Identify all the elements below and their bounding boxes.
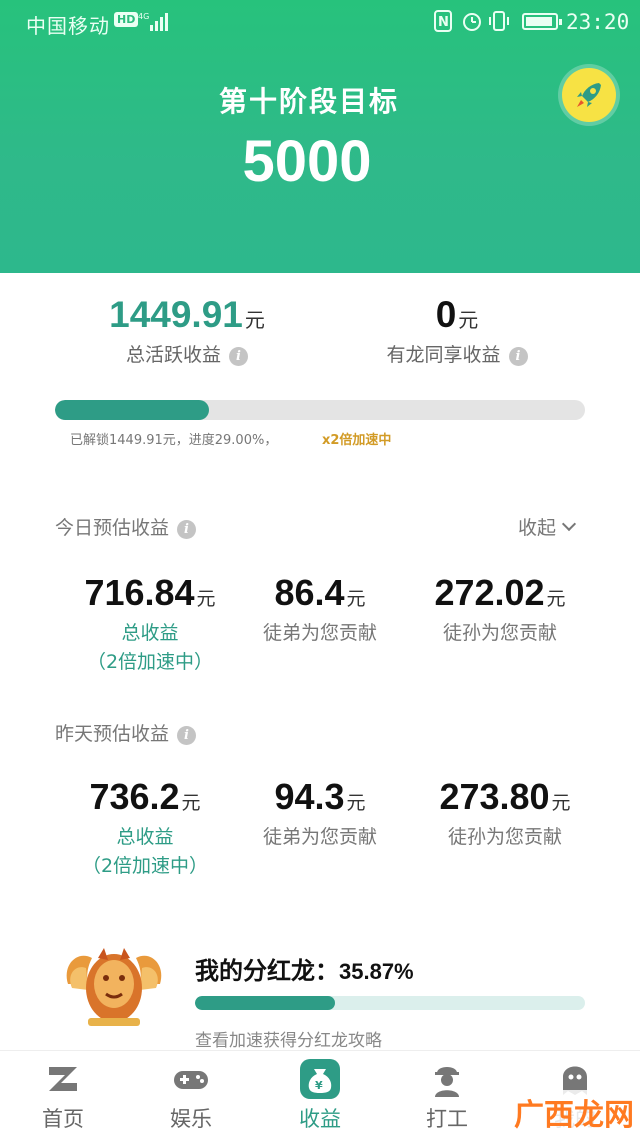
unlock-progress-bar bbox=[55, 400, 585, 420]
collapse-button[interactable]: 收起 bbox=[518, 513, 577, 540]
money-bag-icon: ¥ bbox=[300, 1059, 340, 1099]
nav-label-entertainment: 娱乐 bbox=[170, 1107, 212, 1131]
clock: 23:20 bbox=[566, 10, 630, 34]
yesterday-grand-apprentice-income: 273.80 元 徒孙为您贡献 bbox=[420, 776, 590, 849]
nav-item-work[interactable]: 打工 bbox=[402, 1059, 492, 1133]
today-apprentice-income: 86.4 元 徒弟为您贡献 bbox=[250, 572, 390, 645]
currency-unit: 元 bbox=[551, 792, 571, 814]
rocket-button[interactable] bbox=[562, 68, 616, 122]
worker-icon bbox=[435, 1067, 459, 1097]
today-apprentice-value: 86.4 bbox=[274, 572, 345, 613]
signal-icon: 4G bbox=[138, 12, 168, 31]
today-grand-label: 徒孙为您贡献 bbox=[442, 622, 557, 644]
dragon-percent: 35.87% bbox=[339, 959, 414, 984]
yesterday-total-income: 736.2 元 总收益 （2倍加速中） bbox=[70, 776, 220, 878]
nav-label-earnings: 收益 bbox=[299, 1107, 341, 1131]
today-total-label: 总收益 bbox=[121, 622, 179, 644]
yesterday-total-sub: （2倍加速中） bbox=[81, 855, 209, 877]
currency-unit: 元 bbox=[346, 792, 366, 814]
yesterday-apprentice-value: 94.3 bbox=[274, 776, 345, 817]
nav-item-earnings[interactable]: ¥ 收益 bbox=[275, 1059, 365, 1133]
dragon-progress-bar bbox=[195, 996, 585, 1010]
total-active-label: 总活跃收益 bbox=[125, 344, 221, 366]
unlock-progress-fill bbox=[55, 400, 209, 420]
yesterday-apprentice-income: 94.3 元 徒弟为您贡献 bbox=[250, 776, 390, 849]
yesterday-estimate-title: 昨天预估收益 i bbox=[55, 719, 197, 746]
currency-unit: 元 bbox=[196, 588, 216, 610]
total-active-income: 1449.91 元 总活跃收益 i bbox=[92, 294, 282, 367]
currency-unit: 元 bbox=[346, 588, 366, 610]
hd-badge: HD bbox=[114, 12, 139, 27]
status-bar: 中国移动 HD 4G N 23:20 bbox=[0, 0, 640, 44]
battery-icon bbox=[522, 13, 562, 30]
nav-label-home: 首页 bbox=[42, 1107, 84, 1131]
today-grand-value: 272.02 bbox=[434, 572, 545, 613]
total-active-value: 1449.91 bbox=[109, 294, 243, 335]
svg-text:N: N bbox=[438, 15, 449, 30]
currency-unit: 元 bbox=[244, 308, 265, 332]
carrier-name: 中国移动 bbox=[26, 14, 110, 38]
z-logo-icon bbox=[49, 1067, 77, 1091]
shared-income: 0元 有龙同享收益 i bbox=[372, 294, 542, 367]
system-icons: N bbox=[434, 10, 509, 32]
yesterday-grand-value: 273.80 bbox=[439, 776, 550, 817]
site-watermark: 广西龙网 bbox=[508, 1090, 640, 1134]
today-grand-apprentice-income: 272.02 元 徒孙为您贡献 bbox=[420, 572, 580, 645]
dragon-progress-fill bbox=[195, 996, 335, 1010]
info-icon[interactable]: i bbox=[177, 520, 197, 539]
nav-item-entertainment[interactable]: 娱乐 bbox=[146, 1059, 236, 1133]
today-apprentice-label: 徒弟为您贡献 bbox=[262, 622, 377, 644]
shared-income-value: 0 bbox=[435, 294, 457, 335]
dragon-guide-link[interactable]: 查看加速获得分红龙攻略 bbox=[195, 1026, 382, 1051]
rocket-icon bbox=[577, 83, 601, 107]
today-total-sub: （2倍加速中） bbox=[86, 651, 214, 673]
info-icon[interactable]: i bbox=[177, 726, 197, 745]
info-icon[interactable]: i bbox=[508, 347, 528, 366]
yesterday-total-label: 总收益 bbox=[116, 826, 174, 848]
shared-income-label: 有龙同享收益 bbox=[386, 344, 501, 366]
today-total-value: 716.84 bbox=[84, 572, 195, 613]
dragon-title-label: 我的分红龙： bbox=[195, 957, 339, 985]
yesterday-apprentice-label: 徒弟为您贡献 bbox=[262, 826, 377, 848]
today-total-income: 716.84 元 总收益 （2倍加速中） bbox=[70, 572, 230, 674]
header: 中国移动 HD 4G N 23:20 第十阶段目标 5000 bbox=[0, 0, 640, 273]
currency-unit: 元 bbox=[546, 588, 566, 610]
info-icon[interactable]: i bbox=[229, 347, 248, 366]
boost-status: x2倍加速中 bbox=[322, 433, 392, 448]
svg-text:¥: ¥ bbox=[315, 1079, 323, 1092]
currency-unit: 元 bbox=[181, 792, 201, 814]
chevron-down-icon bbox=[561, 516, 577, 532]
currency-unit: 元 bbox=[458, 308, 479, 332]
gamepad-icon bbox=[174, 1071, 208, 1089]
svg-text:4G: 4G bbox=[138, 12, 149, 21]
unlock-progress-text: 已解锁1449.91元，进度29.00%， bbox=[70, 433, 278, 448]
today-estimate-title: 今日预估收益 i bbox=[55, 513, 197, 540]
stage-target-value: 5000 bbox=[242, 129, 372, 194]
yesterday-total-value: 736.2 bbox=[89, 776, 180, 817]
nav-item-home[interactable]: 首页 bbox=[18, 1059, 108, 1133]
collapse-label: 收起 bbox=[518, 517, 557, 539]
dragon-dividend-title: 我的分红龙：35.87% bbox=[195, 951, 414, 986]
today-estimate-label: 今日预估收益 bbox=[55, 517, 170, 539]
stage-title: 第十阶段目标 bbox=[218, 85, 399, 118]
dragon-avatar[interactable] bbox=[58, 944, 170, 1028]
yesterday-estimate-label: 昨天预估收益 bbox=[55, 723, 170, 745]
yesterday-grand-label: 徒孙为您贡献 bbox=[447, 826, 562, 848]
nav-label-work: 打工 bbox=[426, 1107, 468, 1131]
